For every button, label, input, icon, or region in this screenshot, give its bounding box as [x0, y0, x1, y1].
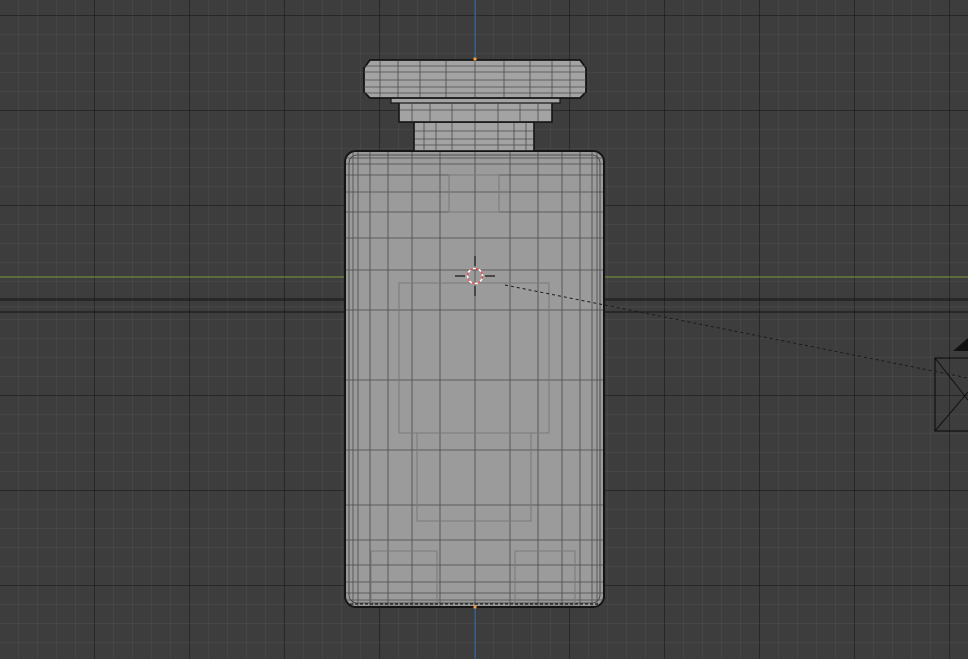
viewport-overlay [0, 0, 968, 659]
camera-up-triangle-icon [953, 338, 968, 351]
3d-viewport[interactable] [0, 0, 968, 659]
object-origin-dot [473, 57, 477, 61]
bottle-cap-mesh[interactable] [363, 59, 587, 99]
bottle-body-mesh[interactable] [344, 150, 605, 608]
camera-object[interactable] [934, 338, 968, 432]
bottle-collar-mesh[interactable] [390, 96, 561, 123]
object-origin-dot [473, 605, 477, 609]
bottle-neck-mesh[interactable] [413, 121, 535, 152]
